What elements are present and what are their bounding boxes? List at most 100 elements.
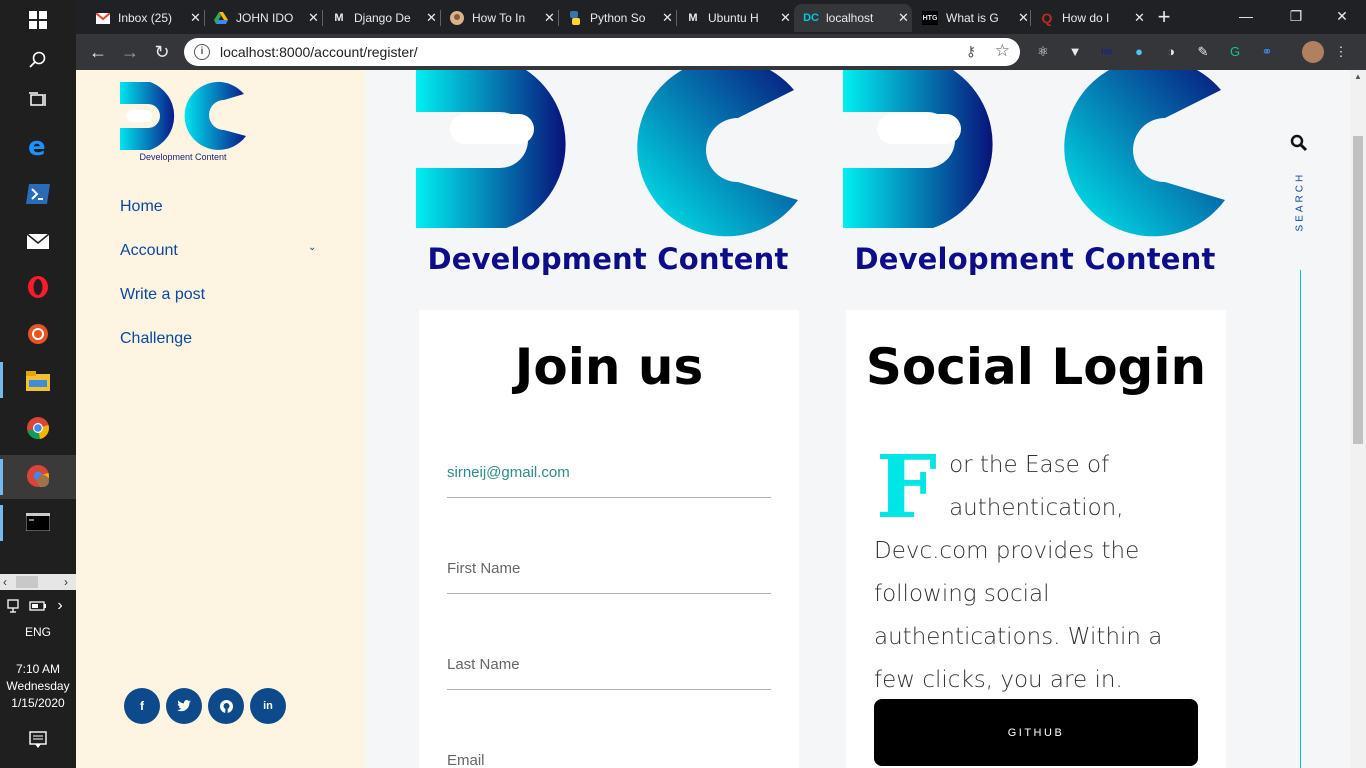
email-field[interactable]: Email bbox=[447, 736, 771, 768]
windows-taskbar: e ‹ › › ENG 7:10 AM Wednesday 1/15/2020 bbox=[0, 0, 76, 768]
chevron-right-icon[interactable]: › bbox=[46, 592, 74, 620]
search-label[interactable]: SEARCH bbox=[1295, 172, 1306, 232]
chat-extension-icon[interactable]: ● bbox=[1130, 43, 1148, 61]
scroll-thumb[interactable] bbox=[1353, 136, 1363, 444]
file-explorer-icon[interactable] bbox=[24, 367, 52, 395]
close-icon[interactable]: ✕ bbox=[426, 10, 437, 26]
tab-ubuntu[interactable]: M Ubuntu H ✕ bbox=[676, 4, 794, 32]
menu-icon[interactable]: ⋮ bbox=[1332, 43, 1350, 61]
close-icon[interactable]: ✕ bbox=[1018, 10, 1029, 26]
clock-date[interactable]: 1/15/2020 bbox=[0, 695, 76, 712]
scroll-up-icon[interactable]: ▲ bbox=[1354, 72, 1362, 81]
search-icon[interactable] bbox=[24, 46, 52, 74]
tab-htg[interactable]: HTG What is G ✕ bbox=[912, 4, 1030, 32]
address-bar[interactable]: i localhost:8000/account/register/ ⚷ ☆ bbox=[184, 38, 1020, 66]
clock-time[interactable]: 7:10 AM bbox=[0, 661, 76, 678]
code-extension-icon[interactable]: ◑ bbox=[1162, 43, 1180, 61]
chrome-profile-icon[interactable] bbox=[24, 462, 52, 490]
close-icon[interactable]: ✕ bbox=[544, 10, 555, 26]
page-scrollbar[interactable]: ▲ bbox=[1350, 70, 1366, 768]
ubuntu-icon[interactable] bbox=[24, 320, 52, 348]
close-icon[interactable]: ✕ bbox=[898, 10, 909, 26]
github-login-button[interactable]: GITHUB bbox=[874, 699, 1198, 766]
powershell-icon[interactable] bbox=[24, 180, 52, 208]
close-window-icon[interactable]: ✕ bbox=[1322, 4, 1362, 28]
dc-logo-large bbox=[843, 70, 1225, 237]
terminal-icon[interactable] bbox=[24, 508, 52, 536]
medium-icon: M bbox=[688, 12, 698, 24]
tab-python[interactable]: Python So ✕ bbox=[558, 4, 676, 32]
nav-write-post[interactable]: Write a post bbox=[120, 286, 205, 304]
mail-icon[interactable] bbox=[24, 227, 52, 255]
scroll-thumb[interactable] bbox=[16, 576, 38, 588]
back-icon[interactable]: ← bbox=[86, 40, 110, 64]
windows-start-icon[interactable] bbox=[24, 6, 52, 34]
linkedin-icon[interactable]: in bbox=[250, 688, 286, 724]
running-indicator bbox=[0, 459, 3, 495]
site-info-icon[interactable]: i bbox=[194, 44, 210, 60]
search-icon[interactable] bbox=[1290, 134, 1308, 157]
join-card: Join us sirneij@gmail.com First Name Las… bbox=[419, 310, 799, 768]
url-text[interactable]: localhost:8000/account/register/ bbox=[220, 44, 418, 60]
extension-icon[interactable]: lab bbox=[1098, 43, 1116, 61]
brand-text: Development Content bbox=[139, 152, 227, 162]
scroll-left-icon[interactable]: ‹ bbox=[3, 574, 7, 590]
reload-icon[interactable]: ↻ bbox=[150, 40, 174, 64]
bookmark-star-icon[interactable]: ☆ bbox=[995, 41, 1010, 61]
twitter-icon[interactable] bbox=[166, 688, 202, 724]
tab-title: How do I bbox=[1062, 11, 1110, 25]
link-extension-icon[interactable]: ⚭ bbox=[1258, 43, 1276, 61]
rail-divider bbox=[1300, 270, 1301, 768]
close-icon[interactable]: ✕ bbox=[190, 10, 201, 26]
first-name-field[interactable]: First Name bbox=[447, 544, 771, 594]
tab-quora[interactable]: Q How do I ✕ bbox=[1030, 4, 1148, 32]
email-field-filled[interactable]: sirneij@gmail.com bbox=[447, 448, 771, 498]
join-title: Join us bbox=[514, 338, 704, 396]
chevron-down-icon[interactable]: ⌄ bbox=[308, 242, 316, 253]
vue-devtools-icon[interactable]: ▼ bbox=[1066, 43, 1084, 61]
quora-icon: Q bbox=[1041, 10, 1053, 26]
clock-day[interactable]: Wednesday bbox=[0, 678, 76, 695]
close-icon[interactable]: ✕ bbox=[308, 10, 319, 26]
language-indicator[interactable]: ENG bbox=[0, 624, 76, 641]
close-icon[interactable]: ✕ bbox=[780, 10, 791, 26]
pen-extension-icon[interactable]: ✎ bbox=[1194, 43, 1212, 61]
social-login-description: For the Ease of authentication, Devc.com… bbox=[874, 444, 1204, 702]
github-icon[interactable] bbox=[208, 688, 244, 724]
facebook-icon[interactable]: f bbox=[124, 688, 160, 724]
taskbar-scroll[interactable]: ‹ › bbox=[0, 574, 76, 590]
running-indicator bbox=[0, 362, 3, 398]
chrome-icon[interactable] bbox=[24, 414, 52, 442]
tab-localhost[interactable]: DC localhost ✕ bbox=[794, 4, 912, 32]
page-viewport: Development Content Home Account ⌄ Write… bbox=[76, 70, 1350, 768]
svg-text:e: e bbox=[28, 134, 46, 158]
nav-challenge[interactable]: Challenge bbox=[120, 330, 192, 348]
maximize-icon[interactable]: ❐ bbox=[1276, 4, 1316, 28]
forward-icon[interactable]: → bbox=[118, 40, 142, 64]
close-icon[interactable]: ✕ bbox=[662, 10, 673, 26]
opera-icon[interactable] bbox=[24, 273, 52, 301]
minimize-icon[interactable]: — bbox=[1226, 4, 1266, 28]
nav-home[interactable]: Home bbox=[120, 198, 163, 216]
dc-logo-large bbox=[416, 70, 798, 237]
task-view-icon[interactable] bbox=[24, 86, 52, 114]
tab-inbox[interactable]: Inbox (25) ✕ bbox=[86, 4, 204, 32]
last-name-field[interactable]: Last Name bbox=[447, 640, 771, 690]
tab-django[interactable]: M Django De ✕ bbox=[322, 4, 440, 32]
avatar-icon bbox=[450, 11, 464, 25]
key-icon[interactable]: ⚷ bbox=[966, 43, 976, 60]
sidebar: Development Content Home Account ⌄ Write… bbox=[76, 70, 365, 768]
scroll-right-icon[interactable]: › bbox=[64, 574, 68, 590]
tab-drive[interactable]: JOHN IDO ✕ bbox=[204, 4, 322, 32]
profile-avatar[interactable] bbox=[1302, 41, 1324, 63]
tab-title: Python So bbox=[590, 11, 646, 25]
react-devtools-icon[interactable]: ⚛ bbox=[1034, 43, 1052, 61]
tab-title: Ubuntu H bbox=[708, 11, 759, 25]
close-icon[interactable]: ✕ bbox=[1134, 10, 1145, 26]
nav-account[interactable]: Account bbox=[120, 242, 178, 260]
new-tab-button[interactable]: + bbox=[1152, 6, 1176, 30]
grammarly-icon[interactable]: G bbox=[1226, 43, 1244, 61]
edge-icon[interactable]: e bbox=[24, 132, 52, 160]
tab-how-to[interactable]: How To In ✕ bbox=[440, 4, 558, 32]
notifications-icon[interactable] bbox=[24, 726, 52, 754]
